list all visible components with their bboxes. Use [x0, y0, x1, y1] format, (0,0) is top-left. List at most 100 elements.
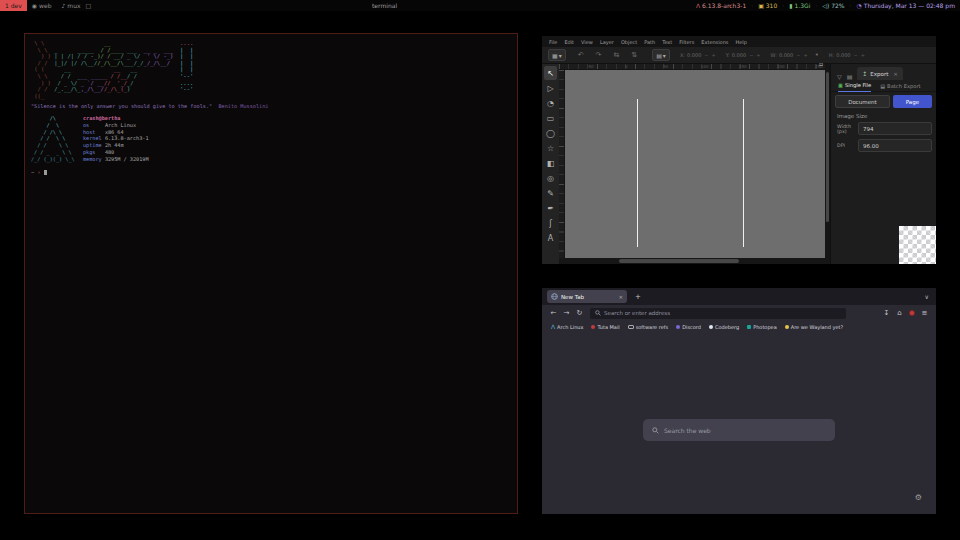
- bookmarks-bar: ΛArch Linux Tuta Mail software refs Discord…: [542, 321, 936, 332]
- undo-icon[interactable]: ↶: [578, 51, 584, 59]
- fetch-block: /\ / \ / /\ \ / / \ \ / / \ \ / / _ _ \ …: [31, 115, 517, 162]
- bookmark-item-photopea[interactable]: Photopea: [747, 324, 777, 330]
- tool-options-dropdown[interactable]: ▦▾: [548, 49, 566, 61]
- lock-ratio-icon[interactable]: •: [815, 51, 819, 59]
- status-packages: ▣310: [758, 2, 777, 9]
- menu-item-object[interactable]: Object: [621, 39, 637, 45]
- folder-favicon: [628, 325, 634, 329]
- redo-icon[interactable]: ↷: [596, 51, 602, 59]
- reload-button[interactable]: ↻: [573, 309, 586, 317]
- tool-pencil[interactable]: ✎: [544, 186, 557, 200]
- workspace-icon: ◉: [32, 2, 37, 9]
- menu-item-layer[interactable]: Layer: [600, 39, 614, 45]
- quote-line: "Silence is the only answer you should g…: [31, 103, 517, 109]
- flip-horizontal-icon[interactable]: ⇆: [613, 51, 619, 59]
- workspace-tag-mux[interactable]: ♪mux: [56, 0, 85, 11]
- single-file-icon: ▣: [838, 82, 843, 88]
- forward-button[interactable]: →: [560, 309, 573, 317]
- tab-close-icon[interactable]: ×: [618, 294, 623, 300]
- tool-spiral[interactable]: ◎: [544, 171, 557, 185]
- separator: ·: [850, 2, 852, 9]
- document-button[interactable]: Document: [835, 95, 890, 108]
- web-search-input[interactable]: Search the web: [643, 419, 835, 441]
- url-bar[interactable]: Search or enter address: [590, 308, 846, 319]
- tab-single-file[interactable]: ▣Single File: [838, 80, 871, 92]
- download-icon[interactable]: ↧: [880, 309, 893, 317]
- separator: ·: [815, 2, 817, 9]
- export-icon: ↥: [862, 70, 867, 77]
- tool-text[interactable]: A: [544, 231, 557, 245]
- tool-ellipse[interactable]: ◯: [544, 126, 557, 140]
- status-bar: 1 dev◉web♪mux□ terminal Λ6.13.8-arch3-1·…: [0, 0, 960, 11]
- layout-icon[interactable]: □: [86, 2, 92, 9]
- packages-icon: ▣: [758, 2, 764, 9]
- snap-dropdown[interactable]: ▤▾: [652, 49, 670, 61]
- discord-favicon: [676, 325, 680, 329]
- coord-field-w[interactable]: W:0.000−+: [771, 52, 808, 58]
- ublock-icon[interactable]: [909, 310, 915, 316]
- globe-icon: [551, 293, 558, 300]
- tuta-favicon: [591, 325, 595, 329]
- vertical-scrollbar[interactable]: [825, 64, 830, 264]
- export-tab[interactable]: ↥Export×: [857, 67, 903, 80]
- new-tab-button[interactable]: +: [635, 293, 641, 301]
- bookmark-item-are-we-wayland-yet-[interactable]: Are we Wayland yet?: [785, 324, 843, 330]
- menu-item-file[interactable]: File: [549, 39, 557, 45]
- menu-item-edit[interactable]: Edit: [564, 39, 574, 45]
- tool-selector[interactable]: ↖: [544, 66, 557, 80]
- new-tab-page: Search the web ⚙: [542, 332, 936, 514]
- export-panel: ▽ ▤ ↥Export× ▣Single File ▤Batch Export …: [830, 64, 936, 264]
- shell-prompt[interactable]: ~›: [31, 169, 517, 175]
- home-icon[interactable]: ⌂: [893, 309, 906, 317]
- tool-calligraphy[interactable]: ʃ: [544, 216, 557, 230]
- tool-shape-builder[interactable]: ◔: [544, 96, 557, 110]
- horizontal-scrollbar[interactable]: [559, 258, 825, 264]
- close-icon[interactable]: ×: [893, 71, 898, 77]
- bookmark-item-software-refs[interactable]: software refs: [628, 324, 668, 330]
- back-button[interactable]: ←: [547, 309, 560, 317]
- menu-item-help[interactable]: Help: [735, 39, 746, 45]
- workspace-tag-web[interactable]: ◉web: [27, 0, 57, 11]
- workspace-tag-1-dev[interactable]: 1 dev: [0, 0, 27, 11]
- coord-field-h[interactable]: H:0.000−+: [829, 52, 865, 58]
- arch-logo-ascii: /\ / \ / /\ \ / / \ \ / / \ \ / / _ _ \ …: [31, 115, 83, 162]
- menu-item-filters[interactable]: Filters: [679, 39, 694, 45]
- bookmark-item-codeberg[interactable]: Codeberg: [709, 324, 739, 330]
- menu-icon[interactable]: ≡: [918, 309, 931, 317]
- page-button[interactable]: Page: [893, 95, 932, 108]
- bookmark-item-arch-linux[interactable]: ΛArch Linux: [551, 324, 583, 330]
- bookmark-item-tuta-mail[interactable]: Tuta Mail: [591, 324, 619, 330]
- tool-node-editor[interactable]: ▷: [544, 81, 557, 95]
- tab-bar: New Tab × + ∨: [542, 288, 936, 305]
- tool-box-3d[interactable]: ◧: [544, 156, 557, 170]
- dpi-input[interactable]: 96.00: [858, 139, 932, 152]
- width-label: Width(px): [837, 124, 855, 134]
- coord-field-x[interactable]: X:0.000−+: [680, 52, 716, 58]
- tool-rectangle[interactable]: ▭: [544, 111, 557, 125]
- menu-item-text[interactable]: Text: [662, 39, 672, 45]
- snap-controls-icon[interactable]: ▫: [819, 60, 823, 67]
- settings-gear-icon[interactable]: ⚙: [915, 493, 922, 502]
- tab-overflow-chevron[interactable]: ∨: [925, 293, 929, 300]
- tool-pen[interactable]: ✒: [544, 201, 557, 215]
- width-input[interactable]: 794: [858, 122, 932, 135]
- photopea-favicon: [747, 325, 751, 329]
- tool-star[interactable]: ☆: [544, 141, 557, 155]
- menu-item-path[interactable]: Path: [644, 39, 655, 45]
- memory-icon: ▮: [789, 2, 792, 9]
- workspace-icon: ♪: [61, 2, 65, 9]
- browser-window: New Tab × + ∨ ← → ↻ Search or enter addr…: [542, 288, 936, 514]
- navigation-bar: ← → ↻ Search or enter address ↧ ⌂ ≡: [542, 305, 936, 321]
- separator: ·: [782, 2, 784, 9]
- browser-tab[interactable]: New Tab ×: [547, 290, 627, 303]
- toolbox: ↖▷◔▭◯☆◧◎✎✒ʃA: [542, 64, 559, 264]
- flip-vertical-icon[interactable]: ⇅: [631, 51, 637, 59]
- batch-export-icon: ▤: [880, 83, 885, 89]
- codeberg-favicon: [709, 325, 713, 329]
- bookmark-item-discord[interactable]: Discord: [676, 324, 701, 330]
- coord-field-y[interactable]: Y:0.000−+: [726, 52, 761, 58]
- menu-item-view[interactable]: View: [581, 39, 593, 45]
- canvas[interactable]: [565, 70, 825, 258]
- menu-item-extensions[interactable]: Extensions: [701, 39, 728, 45]
- tab-batch-export[interactable]: ▤Batch Export: [880, 83, 920, 89]
